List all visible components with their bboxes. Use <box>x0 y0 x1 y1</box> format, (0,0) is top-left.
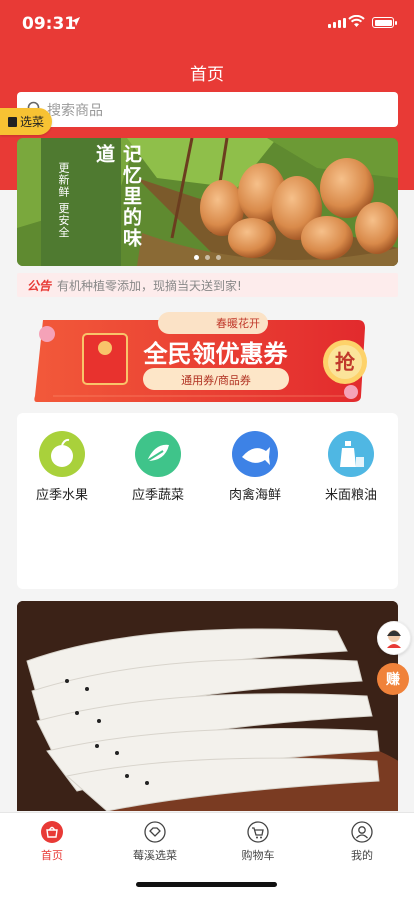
basket-icon <box>7 116 17 127</box>
announcement-bar[interactable]: 公告 有机种植零添加，现摘当天送到家! <box>17 273 398 297</box>
heart-diamond-icon <box>144 821 166 843</box>
banner-dot[interactable] <box>216 255 221 260</box>
battery-icon <box>372 17 397 28</box>
category-label: 肉禽海鲜 <box>228 488 281 503</box>
status-time: 09:31 <box>22 14 77 34</box>
cart-icon <box>247 821 269 843</box>
banner-carousel[interactable]: 记忆里的味道 更新鲜 更安全 <box>17 138 398 266</box>
tab-label: 莓溪选菜 <box>133 849 177 862</box>
tab-home[interactable]: 首页 <box>12 821 92 863</box>
category-label: 应季蔬菜 <box>131 488 184 503</box>
search-placeholder: 搜索商品 <box>47 103 103 119</box>
banner-headline: 记忆里的味道 <box>93 144 142 249</box>
oil-bottle-icon <box>328 431 374 477</box>
banner-subheadline: 更新鲜 更安全 <box>57 162 70 239</box>
coupon-tag: 春暖花开 <box>216 317 260 330</box>
banner-pagination <box>17 255 398 260</box>
tab-meixi-select[interactable]: 莓溪选菜 <box>115 821 195 863</box>
earn-button[interactable]: 赚 <box>377 663 409 695</box>
tab-label: 首页 <box>41 849 63 862</box>
category-grid: 应季水果 应季蔬菜 肉禽海鲜 米面粮油 <box>17 413 398 589</box>
announcement-text: 有机种植零添加，现摘当天送到家! <box>57 278 242 293</box>
select-veg-float-tag[interactable]: 选菜 <box>0 108 52 135</box>
announcement-label: 公告 <box>27 278 52 293</box>
promo-image[interactable] <box>17 601 398 811</box>
coupon-title: 全民领优惠券 <box>143 340 288 368</box>
location-arrow-icon <box>71 17 80 26</box>
search-input[interactable]: 搜索商品 <box>17 92 398 127</box>
category-label: 应季水果 <box>35 488 88 503</box>
wifi-icon <box>348 15 365 27</box>
category-label: 米面粮油 <box>324 488 377 503</box>
category-seasonal-fruit[interactable]: 应季水果 <box>17 431 107 503</box>
category-meat-seafood[interactable]: 肉禽海鲜 <box>210 431 300 503</box>
coupon-banner[interactable]: 春暖花开 全民领优惠券 通用券/商品券 抢 <box>33 312 367 404</box>
tab-label: 购物车 <box>241 849 275 862</box>
category-grain-oil[interactable]: 米面粮油 <box>306 431 396 503</box>
tab-profile[interactable]: 我的 <box>322 821 402 863</box>
apple-icon <box>39 431 85 477</box>
page-title: 首页 <box>190 65 224 85</box>
customer-service-icon <box>387 630 401 648</box>
tab-label: 我的 <box>351 849 373 862</box>
banner-dot[interactable] <box>194 255 199 260</box>
coupon-subtitle: 通用券/商品券 <box>181 374 251 387</box>
category-seasonal-veg[interactable]: 应季蔬菜 <box>113 431 203 503</box>
fish-icon <box>232 431 278 477</box>
customer-service-button[interactable] <box>377 621 411 655</box>
status-bar: 09:31 <box>0 0 414 48</box>
tab-cart[interactable]: 购物车 <box>218 821 298 863</box>
user-icon <box>351 821 373 843</box>
squid-image <box>17 601 398 811</box>
cellular-signal-icon <box>328 18 346 28</box>
vegetable-icon <box>135 431 181 477</box>
banner-dot[interactable] <box>205 255 210 260</box>
select-veg-label: 选菜 <box>19 115 44 129</box>
shopping-bag-icon <box>41 821 63 843</box>
coupon-grab-button[interactable]: 抢 <box>323 340 367 384</box>
home-indicator <box>136 882 277 887</box>
